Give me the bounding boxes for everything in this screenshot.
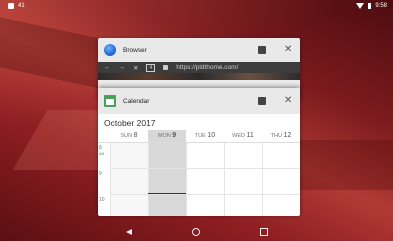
close-icon[interactable]: ✕ xyxy=(284,96,292,106)
back-icon[interactable] xyxy=(125,228,132,235)
recent-card-calendar[interactable]: Calendar ✕ October 2017 SUN 8 MON 9 TUE … xyxy=(98,88,300,216)
hour-label: 9 xyxy=(99,171,102,177)
notification-icon xyxy=(8,3,14,9)
forward-arrow-icon: → xyxy=(118,64,126,71)
day-header-today[interactable]: MON 9 xyxy=(148,130,186,142)
card-title: Browser xyxy=(123,46,147,54)
navigation-bar xyxy=(0,222,393,241)
notification-count: 41 xyxy=(18,3,25,9)
day-column[interactable] xyxy=(110,143,148,216)
close-icon[interactable]: ✕ xyxy=(284,45,292,55)
day-column-today[interactable] xyxy=(148,143,186,216)
lock-icon xyxy=(163,65,169,70)
day-header[interactable]: THU 12 xyxy=(262,130,300,142)
window-icon[interactable] xyxy=(258,97,266,105)
card-header: Calendar ✕ xyxy=(98,88,300,114)
status-bar: 41 9:58 xyxy=(0,0,393,12)
url-bar: ← → ✕ 4 https://pldthome.com/ xyxy=(98,62,300,73)
day-column[interactable] xyxy=(186,143,224,216)
page-preview xyxy=(98,73,300,80)
window-icon[interactable] xyxy=(258,46,266,54)
recents-icon[interactable] xyxy=(259,227,268,236)
hour-label: 8 AM xyxy=(99,145,105,156)
month-title: October 2017 xyxy=(104,118,156,128)
day-column[interactable] xyxy=(224,143,262,216)
hour-label: 10 xyxy=(99,197,105,203)
hour-gutter: 8 AM 9 10 xyxy=(98,143,110,216)
back-arrow-icon: ← xyxy=(104,64,111,71)
browser-app-icon xyxy=(104,44,116,56)
card-header: Browser ✕ xyxy=(98,38,300,62)
day-column[interactable] xyxy=(262,143,300,216)
day-header[interactable]: WED 11 xyxy=(224,130,262,142)
url-text: https://pldthome.com/ xyxy=(176,64,239,71)
calendar-app-icon xyxy=(104,95,116,107)
week-grid[interactable]: 8 AM 9 10 xyxy=(98,143,300,216)
day-header[interactable]: SUN 8 xyxy=(110,130,148,142)
stop-icon: ✕ xyxy=(133,64,139,72)
current-time-line xyxy=(148,193,186,194)
home-icon[interactable] xyxy=(191,227,200,236)
day-header-row: SUN 8 MON 9 TUE 10 WED 11 THU 12 xyxy=(98,130,300,143)
clock: 9:58 xyxy=(375,3,387,9)
wifi-icon xyxy=(356,3,365,9)
day-header[interactable]: TUE 10 xyxy=(186,130,224,142)
battery-icon xyxy=(368,3,372,9)
tab-count: 4 xyxy=(146,63,156,72)
card-title: Calendar xyxy=(123,97,150,105)
